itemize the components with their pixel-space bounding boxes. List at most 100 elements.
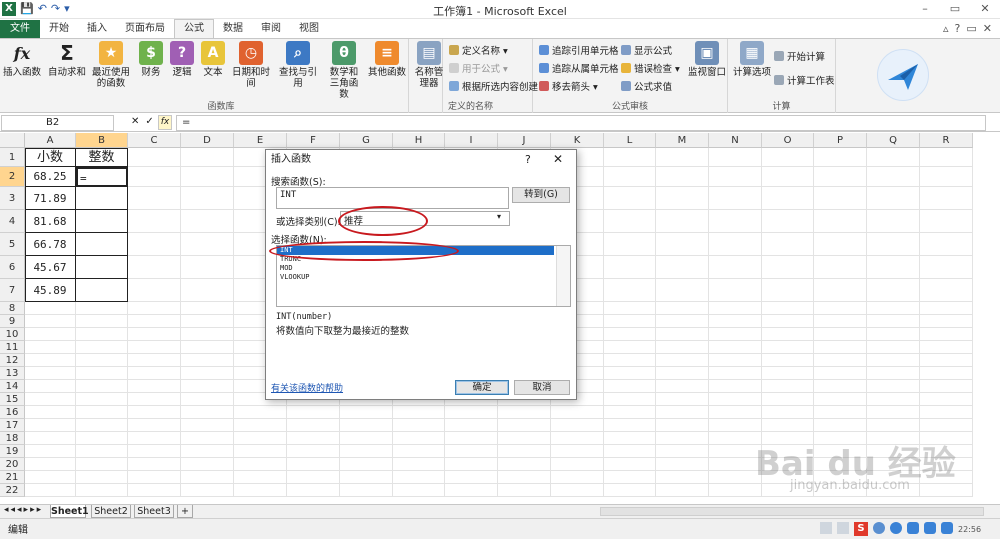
column-header-a[interactable]: A: [25, 133, 76, 148]
header-cell-integer[interactable]: 整数: [76, 148, 128, 167]
cell-b3[interactable]: [76, 187, 128, 210]
cell-b4[interactable]: [76, 210, 128, 233]
column-header-m[interactable]: M: [656, 133, 709, 148]
column-header-o[interactable]: O: [762, 133, 814, 148]
show-formulas-button[interactable]: 显示公式: [621, 45, 672, 58]
insert-function-fx-button[interactable]: fx: [158, 115, 172, 130]
autosum-button[interactable]: Σ 自动求和: [47, 41, 87, 79]
workbook-close-icon[interactable]: ✕: [983, 22, 992, 35]
insert-function-button[interactable]: fx 插入函数: [2, 41, 42, 78]
function-help-link[interactable]: 有关该函数的帮助: [271, 381, 343, 394]
row-header-19[interactable]: 19: [0, 445, 25, 458]
column-header-i[interactable]: I: [445, 133, 498, 148]
tab-review[interactable]: 审阅: [252, 20, 290, 38]
list-item[interactable]: VLOOKUP: [277, 273, 554, 282]
skin-icon[interactable]: [941, 522, 953, 534]
recent-functions-button[interactable]: ★ 最近使用的函数: [88, 41, 134, 89]
cell-a6[interactable]: 45.67: [25, 256, 76, 279]
row-header-6[interactable]: 6: [0, 256, 25, 279]
math-trig-button[interactable]: θ 数学和三角函数: [326, 41, 362, 100]
sheet-nav-arrows-icon[interactable]: ◂◂◂▸▸▸: [4, 505, 43, 515]
category-dropdown-icon[interactable]: ▾: [497, 212, 501, 221]
create-from-selection-button[interactable]: 根据所选内容创建: [449, 81, 538, 94]
use-in-formula-button[interactable]: 用于公式 ▾: [449, 63, 508, 76]
keyboard-icon[interactable]: [924, 522, 936, 534]
row-header-13[interactable]: 13: [0, 367, 25, 380]
column-header-g[interactable]: G: [340, 133, 393, 148]
help-icon[interactable]: ?: [955, 22, 961, 35]
logical-button[interactable]: ? 逻辑: [168, 41, 196, 78]
row-header-14[interactable]: 14: [0, 380, 25, 393]
row-header-10[interactable]: 10: [0, 328, 25, 341]
column-header-l[interactable]: L: [604, 133, 656, 148]
row-header-15[interactable]: 15: [0, 393, 25, 406]
list-item[interactable]: MOD: [277, 264, 554, 273]
column-header-k[interactable]: K: [551, 133, 604, 148]
define-name-button[interactable]: 定义名称 ▾: [449, 45, 508, 58]
dialog-help-icon[interactable]: ?: [525, 153, 531, 166]
select-all-corner[interactable]: [0, 133, 25, 148]
insert-sheet-icon[interactable]: +: [177, 505, 193, 518]
workbook-restore-icon[interactable]: ▭: [966, 22, 976, 35]
minimize-ribbon-icon[interactable]: ▵: [943, 22, 949, 35]
dialog-close-button[interactable]: ✕: [553, 152, 563, 166]
cell-b7[interactable]: [76, 279, 128, 302]
column-header-q[interactable]: Q: [867, 133, 920, 148]
row-header-9[interactable]: 9: [0, 315, 25, 328]
listbox-scrollbar[interactable]: [556, 246, 570, 306]
row-header-21[interactable]: 21: [0, 471, 25, 484]
cell-b5[interactable]: [76, 233, 128, 256]
mic-icon[interactable]: [907, 522, 919, 534]
cell-a5[interactable]: 66.78: [25, 233, 76, 256]
row-header-16[interactable]: 16: [0, 406, 25, 419]
row-header-4[interactable]: 4: [0, 210, 25, 233]
cell-b2-active[interactable]: =: [76, 167, 128, 187]
row-header-3[interactable]: 3: [0, 187, 25, 210]
tab-formulas[interactable]: 公式: [174, 19, 214, 38]
ime-icon[interactable]: [873, 522, 885, 534]
name-manager-button[interactable]: ▤ 名称管理器: [413, 41, 445, 89]
cell-a3[interactable]: 71.89: [25, 187, 76, 210]
cell-b6[interactable]: [76, 256, 128, 279]
column-header-e[interactable]: E: [234, 133, 287, 148]
cell-a7[interactable]: 45.89: [25, 279, 76, 302]
date-time-button[interactable]: ◷ 日期和时间: [229, 41, 273, 89]
tab-insert[interactable]: 插入: [78, 20, 116, 38]
calculate-sheet-button[interactable]: 计算工作表: [774, 75, 835, 88]
column-header-d[interactable]: D: [181, 133, 234, 148]
financial-button[interactable]: $ 财务: [137, 41, 165, 78]
column-header-n[interactable]: N: [709, 133, 762, 148]
watch-window-button[interactable]: ▣ 监视窗口: [687, 41, 727, 78]
row-header-12[interactable]: 12: [0, 354, 25, 367]
column-header-p[interactable]: P: [814, 133, 867, 148]
view-layout-icon[interactable]: [837, 522, 849, 534]
row-header-22[interactable]: 22: [0, 484, 25, 497]
sogou-input-icon[interactable]: S: [854, 522, 868, 536]
tab-file[interactable]: 文件: [0, 20, 40, 38]
column-header-h[interactable]: H: [393, 133, 445, 148]
sheet-tab-1[interactable]: Sheet1: [50, 505, 89, 518]
trace-precedents-button[interactable]: 追踪引用单元格: [539, 45, 619, 58]
sheet-tab-3[interactable]: Sheet3: [134, 505, 174, 518]
column-header-b[interactable]: B: [76, 133, 128, 148]
row-header-7[interactable]: 7: [0, 279, 25, 302]
horizontal-scrollbar[interactable]: [600, 507, 984, 516]
tab-home[interactable]: 开始: [40, 20, 78, 38]
column-header-f[interactable]: F: [287, 133, 340, 148]
enter-entry-icon[interactable]: ✓: [145, 116, 153, 127]
more-functions-button[interactable]: ≡ 其他函数: [366, 41, 408, 78]
trace-dependents-button[interactable]: 追踪从属单元格: [539, 63, 619, 76]
evaluate-formula-button[interactable]: 公式求值: [621, 81, 672, 94]
sheet-tab-2[interactable]: Sheet2: [91, 505, 131, 518]
go-button[interactable]: 转到(G): [512, 187, 570, 203]
remove-arrows-button[interactable]: 移去箭头 ▾: [539, 81, 598, 94]
cancel-entry-icon[interactable]: ✕: [131, 116, 139, 127]
close-button[interactable]: ✕: [970, 0, 1000, 18]
tab-page-layout[interactable]: 页面布局: [116, 20, 174, 38]
error-checking-button[interactable]: 错误检查 ▾: [621, 63, 680, 76]
row-header-20[interactable]: 20: [0, 458, 25, 471]
name-box[interactable]: B2: [1, 115, 114, 131]
minimize-button[interactable]: –: [910, 0, 940, 18]
column-header-r[interactable]: R: [920, 133, 973, 148]
ok-button[interactable]: 确定: [455, 380, 509, 395]
